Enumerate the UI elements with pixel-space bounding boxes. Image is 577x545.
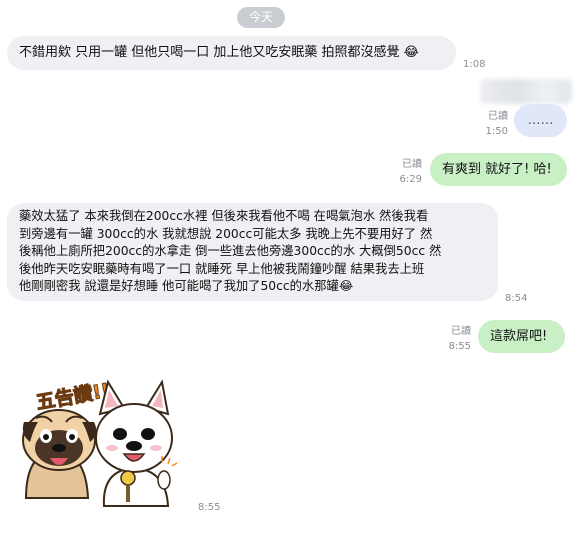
message-bubble-outgoing[interactable]: 這款屌吧!	[478, 320, 565, 353]
message-time: 1:50	[485, 126, 508, 137]
message-time: 1:08	[463, 59, 486, 70]
pug-sticker-icon	[22, 409, 97, 499]
sticker-caption: 五告讚!!	[34, 378, 111, 414]
message-bubble-incoming[interactable]: 不錯用欸 只用一罐 但他只喝一口 加上他又吃安眠藥 拍照都沒感覺 😂	[7, 36, 456, 70]
message-line: 後稱他上廁所把200cc的水拿走 倒一些進去他旁邊300cc的水 大概倒50cc…	[19, 244, 442, 258]
message-text: ……	[527, 113, 554, 128]
message-line: 他剛剛密我 說還是好想睡 他可能喝了我加了50cc的水那罐😂	[19, 279, 354, 293]
message-time: 6:29	[399, 174, 422, 185]
message-text: 有爽到 就好了! 哈!	[442, 162, 552, 177]
message-time: 8:54	[505, 293, 528, 304]
read-receipt: 已讀	[488, 111, 508, 122]
message-time: 8:55	[198, 502, 221, 513]
message-time: 8:55	[448, 341, 471, 352]
sticker-message[interactable]: 五告讚!!	[16, 378, 186, 514]
message-line: 後他昨天吃安眠藥時有喝了一口 就睡死 早上他被我鬧鐘吵醒 結果我去上班	[19, 261, 425, 276]
read-receipt: 已讀	[451, 326, 471, 337]
read-receipt: 已讀	[402, 159, 422, 170]
message-bubble-incoming[interactable]: 藥效太猛了 本來我倒在200cc水裡 但後來我看他不喝 在喝氣泡水 然後我看 到…	[7, 203, 498, 301]
message-line: 藥效太猛了 本來我倒在200cc水裡 但後來我看他不喝 在喝氣泡水 然後我看	[19, 209, 429, 223]
message-text: 不錯用欸 只用一罐 但他只喝一口 加上他又吃安眠藥 拍照都沒感覺 😂	[19, 45, 419, 60]
message-bubble-outgoing[interactable]: ……	[514, 104, 567, 137]
message-line: 到旁邊有一罐 300cc的水 我就想說 200cc可能太多 我晚上先不要用好了 …	[19, 226, 433, 241]
sticker-image: 五告讚!!	[22, 378, 178, 507]
blurred-area	[480, 79, 572, 104]
date-separator: 今天	[237, 7, 285, 28]
message-text: 這款屌吧!	[490, 329, 548, 344]
message-bubble-outgoing[interactable]: 有爽到 就好了! 哈!	[430, 153, 567, 186]
